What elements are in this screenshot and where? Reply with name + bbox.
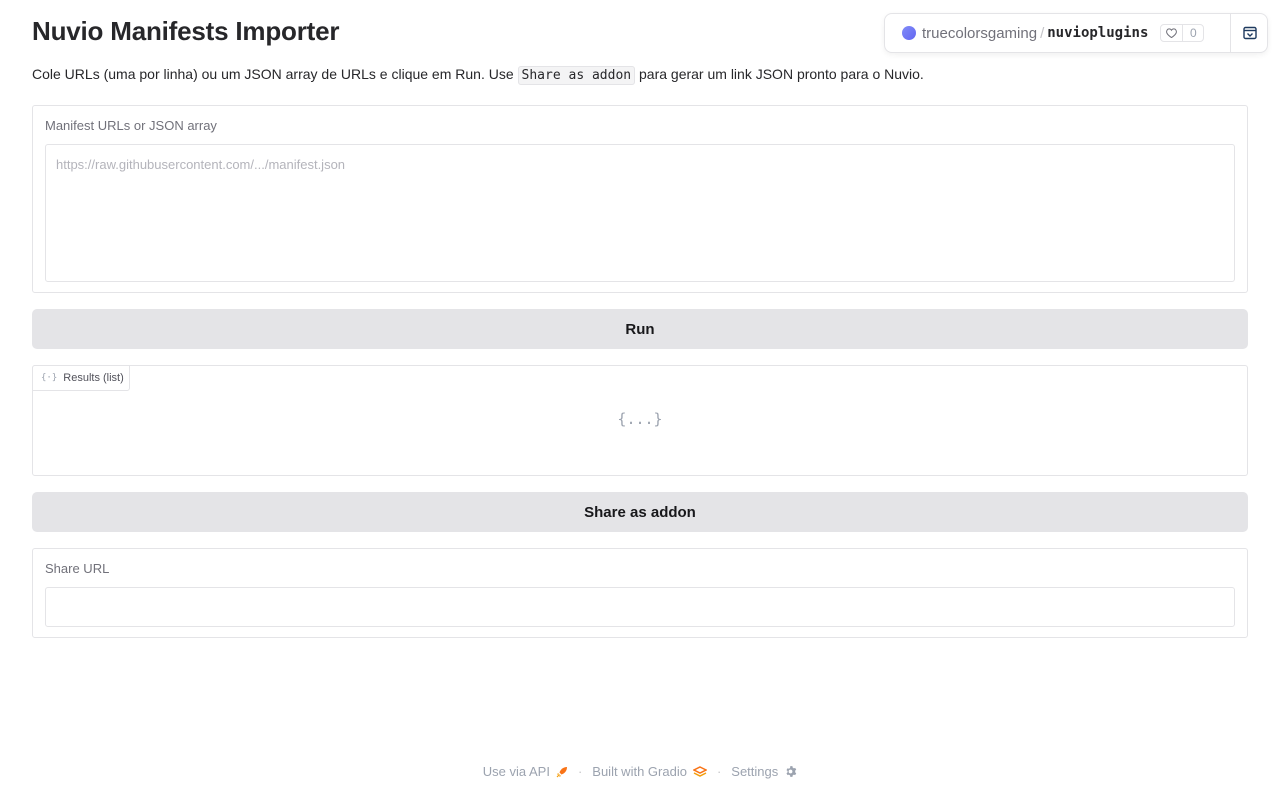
space-badge: truecolorsgaming / nuvioplugins 0: [884, 13, 1268, 53]
manifest-urls-textarea[interactable]: https://raw.githubusercontent.com/.../ma…: [45, 144, 1235, 282]
built-with-gradio-label: Built with Gradio: [592, 764, 687, 779]
like-count: 0: [1190, 26, 1197, 40]
space-avatar-icon[interactable]: [902, 26, 916, 40]
gear-icon: [786, 766, 797, 777]
footer-separator: ·: [716, 764, 722, 779]
results-empty-placeholder: {...}: [617, 410, 663, 428]
collapse-icon: [1242, 26, 1257, 40]
like-button[interactable]: 0: [1160, 24, 1205, 42]
manifest-input-label: Manifest URLs or JSON array: [45, 118, 217, 133]
heart-icon: [1161, 25, 1184, 41]
settings-label: Settings: [731, 764, 779, 779]
description-code: Share as addon: [517, 66, 636, 85]
share-url-field[interactable]: [45, 587, 1235, 627]
manifest-input-block: Manifest URLs or JSON array https://raw.…: [32, 105, 1248, 293]
space-separator: /: [1040, 24, 1045, 42]
built-with-gradio-link[interactable]: Built with Gradio: [592, 764, 707, 779]
manifest-urls-placeholder: https://raw.githubusercontent.com/.../ma…: [56, 157, 346, 172]
space-owner-link[interactable]: truecolorsgaming: [922, 25, 1037, 42]
collapse-header-button[interactable]: [1231, 14, 1268, 52]
space-repo-link[interactable]: nuvioplugins: [1047, 25, 1148, 41]
description-text-end: para gerar um link JSON pronto para o Nu…: [635, 66, 924, 82]
results-block: {·} Results (list) {...}: [32, 365, 1248, 476]
results-label-text: Results (list): [63, 372, 124, 384]
run-button[interactable]: Run: [32, 309, 1248, 349]
share-as-addon-button[interactable]: Share as addon: [32, 492, 1248, 532]
use-via-api-link[interactable]: Use via API: [483, 764, 568, 779]
use-via-api-label: Use via API: [482, 764, 550, 779]
gradio-logo-icon: [692, 765, 707, 777]
page-title: Nuvio Manifests Importer: [32, 16, 340, 46]
settings-link[interactable]: Settings: [731, 764, 797, 779]
footer: Use via API · Built with Gradio · Settin…: [0, 764, 1280, 779]
description-text-start: Cole URLs (uma por linha) ou um JSON arr…: [32, 66, 518, 82]
footer-separator: ·: [577, 764, 583, 779]
results-label: {·} Results (list): [32, 365, 130, 391]
page-description: Cole URLs (uma por linha) ou um JSON arr…: [32, 66, 924, 85]
rocket-icon: [556, 766, 567, 777]
app-page: Nuvio Manifests Importer Cole URLs (uma …: [0, 0, 1280, 800]
json-icon: {·}: [41, 373, 58, 383]
share-url-block: Share URL: [32, 548, 1248, 638]
share-url-label: Share URL: [45, 561, 110, 576]
